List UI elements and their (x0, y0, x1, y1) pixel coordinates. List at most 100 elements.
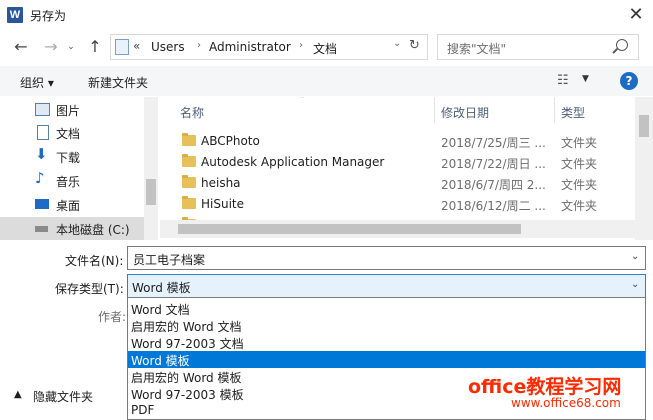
option-label: 启用宏的 Word 文档 (131, 320, 242, 334)
column-header-name[interactable]: 名称 (180, 104, 204, 121)
file-name: heisha (201, 176, 241, 190)
file-list-scroll-thumb[interactable] (639, 115, 649, 137)
filetype-option[interactable]: Word 文档 (128, 300, 645, 317)
column-header-type[interactable]: 类型 (561, 104, 585, 121)
sidebar-item-label: 图片 (56, 104, 81, 118)
author-label: 作者: (98, 310, 127, 324)
column-header-date[interactable]: 修改日期 (441, 104, 489, 121)
watermark-url: www.office68.com (511, 396, 621, 410)
option-label: PDF (131, 403, 155, 417)
file-date: 2018/6/7/周四 2... (441, 178, 546, 192)
filename-value[interactable]: 员工电子档案 (133, 251, 205, 268)
file-type: 文件夹 (561, 199, 598, 213)
sidebar-item-pictures[interactable]: 图片 (0, 98, 144, 121)
sort-ascending-icon: ˄ (300, 97, 305, 106)
file-name: ABCPhoto (201, 134, 260, 148)
option-label: Word 97-2003 文档 (131, 337, 244, 351)
file-name: HiSuite (201, 197, 245, 211)
help-icon[interactable]: ? (620, 72, 638, 90)
title-bar: W 另存为 ✕ (0, 0, 653, 30)
refresh-icon[interactable]: ↻ (409, 38, 420, 53)
drive-icon (35, 226, 48, 232)
filetype-select[interactable]: Word 模板 ⌄ (127, 274, 646, 298)
file-type: 文件夹 (561, 157, 598, 171)
breadcrumb-administrator[interactable]: Administrator (209, 40, 291, 54)
sidebar-item-documents[interactable]: 文档 (0, 121, 144, 144)
search-box[interactable]: 搜索"文档" (437, 34, 639, 60)
sidebar-item-desktop[interactable]: 桌面 (0, 193, 144, 216)
file-date: 2018/7/25/周三 ... (441, 136, 546, 150)
file-date: 2018/7/22/周日 ... (441, 157, 546, 171)
window-title: 另存为 (30, 9, 67, 23)
address-chevron[interactable]: « (133, 39, 140, 53)
location-icon (115, 39, 129, 55)
horizontal-scroll-thumb[interactable] (178, 224, 521, 234)
breadcrumb-separator-icon[interactable]: › (197, 40, 201, 51)
column-headers: ˄ 名称 修改日期 类型 (160, 97, 653, 123)
navigation-bar: ← → ⌄ ↑ « Users › Administrator › 文档 ⌄ ↻… (0, 33, 653, 61)
table-row[interactable]: ABCPhoto 2018/7/25/周三 ... 文件夹 (160, 131, 635, 152)
organize-button[interactable]: 组织 ▾ (20, 74, 54, 91)
word-app-icon: W (7, 7, 23, 23)
up-button[interactable]: ↑ (84, 33, 106, 61)
filetype-value[interactable]: Word 模板 (132, 279, 191, 296)
folder-icon (182, 133, 196, 146)
filename-field[interactable]: 员工电子档案 ⌄ (127, 246, 646, 270)
column-divider[interactable] (554, 97, 555, 123)
back-button[interactable]: ← (10, 33, 32, 61)
horizontal-scrollbar[interactable] (160, 220, 635, 238)
option-label: Word 97-2003 模板 (131, 388, 244, 402)
sidebar-item-music[interactable]: ♪ 音乐 (0, 169, 144, 192)
option-label: Word 文档 (131, 303, 190, 317)
table-row[interactable]: HiSuite 2018/6/12/周二 ... 文件夹 (160, 194, 635, 215)
address-bar[interactable]: « Users › Administrator › 文档 ⌄ ↻ (110, 34, 428, 60)
filetype-option[interactable]: 启用宏的 Word 文档 (128, 317, 645, 334)
music-icon: ♪ (35, 169, 45, 187)
table-row[interactable]: heisha 2018/6/7/周四 2... 文件夹 (160, 173, 635, 194)
sidebar-item-label: 下载 (56, 151, 81, 165)
sidebar-item-label: 桌面 (56, 199, 81, 213)
search-input[interactable]: 搜索"文档" (447, 40, 506, 57)
option-label: 启用宏的 Word 模板 (131, 371, 242, 385)
breadcrumb-users[interactable]: Users (151, 40, 185, 54)
filetype-option[interactable]: Word 97-2003 文档 (128, 334, 645, 351)
navpane-scrollbar[interactable] (144, 97, 158, 240)
file-list-scrollbar[interactable] (635, 97, 653, 240)
filetype-option-selected[interactable]: Word 模板 (128, 351, 645, 368)
breadcrumb-separator-icon[interactable]: › (299, 40, 303, 51)
folder-icon (182, 154, 196, 167)
file-date: 2018/6/12/周二 ... (441, 199, 546, 213)
navpane-scroll-thumb[interactable] (146, 179, 156, 205)
recent-locations-icon[interactable]: ⌄ (60, 33, 82, 61)
table-row[interactable]: Autodesk Application Manager 2018/7/22/周… (160, 152, 635, 173)
file-type: 文件夹 (561, 136, 598, 150)
forward-button[interactable]: → (40, 33, 62, 61)
sidebar-item-local-disk[interactable]: 本地磁盘 (C:) (0, 217, 144, 240)
search-icon[interactable] (616, 39, 628, 51)
hide-folders-toggle[interactable]: ▲ 隐藏文件夹 (0, 386, 126, 406)
hide-folders-label: 隐藏文件夹 (33, 390, 94, 404)
view-options-icon[interactable]: ☷ (557, 73, 569, 88)
file-list: ˄ 名称 修改日期 类型 ABCPhoto 2018/7/25/周三 ... 文… (160, 97, 653, 240)
downloads-icon: ⬇ (35, 145, 48, 163)
command-toolbar: 组织 ▾ 新建文件夹 ☷ ▼ ? (0, 66, 653, 96)
address-dropdown-icon[interactable]: ⌄ (393, 38, 401, 49)
pictures-icon (35, 103, 50, 116)
file-name: Autodesk Application Manager (201, 155, 385, 169)
filetype-label: 保存类型(T): (55, 282, 124, 296)
sidebar-item-downloads[interactable]: ⬇ 下载 (0, 145, 144, 168)
column-divider[interactable] (434, 97, 435, 123)
folder-icon (182, 175, 196, 188)
chevron-down-icon[interactable]: ⌄ (631, 279, 639, 290)
chevron-down-icon[interactable]: ⌄ (631, 251, 639, 262)
view-dropdown-icon[interactable]: ▼ (582, 74, 589, 84)
breadcrumb-documents[interactable]: 文档 (313, 40, 337, 57)
filename-label: 文件名(N): (65, 254, 124, 268)
option-label: Word 模板 (131, 354, 190, 368)
close-button[interactable]: ✕ (624, 3, 648, 27)
chevron-up-icon: ▲ (14, 389, 22, 400)
sidebar-item-label: 本地磁盘 (C:) (56, 223, 130, 237)
file-type: 文件夹 (561, 178, 598, 192)
sidebar-item-label: 文档 (56, 127, 81, 141)
new-folder-button[interactable]: 新建文件夹 (88, 74, 148, 91)
